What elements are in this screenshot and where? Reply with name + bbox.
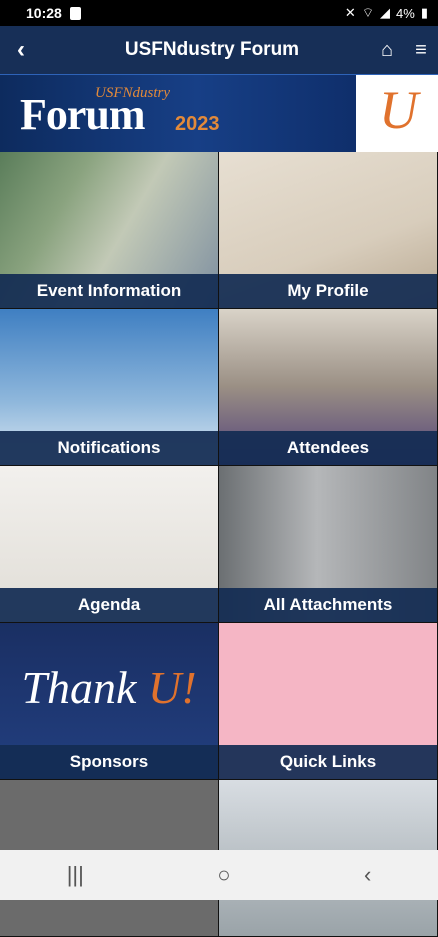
battery-level: 4% (396, 5, 415, 21)
tile-label: Attendees (219, 431, 437, 465)
tile-agenda[interactable]: Agenda (0, 466, 219, 623)
tile-label: Quick Links (219, 745, 437, 779)
menu-grid: Event Information My Profile Notificatio… (0, 152, 438, 937)
page-title: USFNdustry Forum (124, 39, 300, 60)
tile-label: Agenda (0, 588, 218, 622)
tile-notifications[interactable]: Notifications (0, 309, 219, 466)
mute-icon: ✕ (344, 5, 356, 20)
thank-u-text: U! (147, 662, 197, 713)
tile-attendees[interactable]: Attendees (219, 309, 438, 466)
tile-label: All Attachments (219, 588, 437, 622)
banner-year: 2023 (175, 113, 220, 135)
tile-all-attachments[interactable]: All Attachments (219, 466, 438, 623)
back-nav-icon[interactable]: ‹ (364, 862, 371, 888)
signal-icon: ◢ (380, 5, 391, 20)
banner-u-logo: U (379, 80, 418, 140)
tile-label: Sponsors (0, 745, 218, 779)
event-banner: USFNdustry Forum 2023 U (0, 74, 438, 152)
banner-logo-box: U (356, 75, 438, 152)
status-bar: 10:28 ✕ ⌔ ◢ 4% ▮ (0, 0, 438, 26)
status-time: 10:28 (26, 5, 62, 21)
thank-you-art: Thank U! (0, 661, 218, 714)
battery-icon: ▮ (420, 5, 428, 20)
back-icon[interactable]: ‹ (0, 36, 42, 64)
app-bar: ‹ USFNdustry Forum ⌂ ≡ (0, 26, 438, 74)
home-icon[interactable]: ⌂ (370, 39, 404, 62)
wifi-icon: ⌔ (361, 5, 375, 20)
thank-text: Thank (21, 662, 148, 713)
status-right: ✕ ⌔ ◢ 4% ▮ (345, 5, 428, 21)
tile-quick-links[interactable]: Quick Links (219, 623, 438, 780)
tile-label: Notifications (0, 431, 218, 465)
menu-icon[interactable]: ≡ (404, 39, 438, 62)
banner-forum-text: Forum (20, 90, 146, 139)
tile-event-information[interactable]: Event Information (0, 152, 219, 309)
tile-label: My Profile (219, 274, 437, 308)
tile-my-profile[interactable]: My Profile (219, 152, 438, 309)
sim-icon (69, 6, 81, 20)
recents-icon[interactable]: ||| (67, 862, 84, 888)
system-nav-bar: ||| ○ ‹ (0, 850, 438, 900)
home-nav-icon[interactable]: ○ (217, 862, 230, 888)
tile-label: Event Information (0, 274, 218, 308)
tile-sponsors[interactable]: Thank U! Sponsors (0, 623, 219, 780)
